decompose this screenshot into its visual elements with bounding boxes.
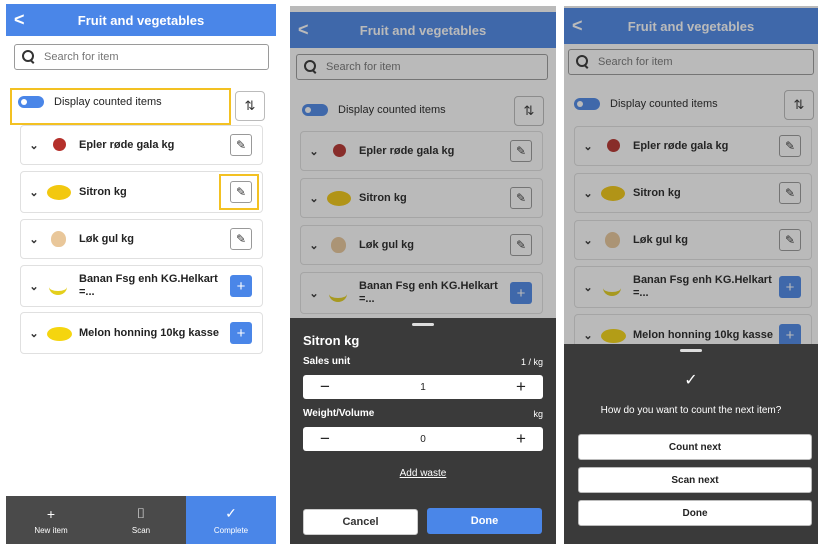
count-bottom-sheet: Sitron kg Sales unit 1 / kg − 1 + Weight… [290,318,556,544]
item-name: Banan Fsg enh KG.Helkart =... [79,273,218,298]
next-item-bottom-sheet: ✓ How do you want to count the next item… [564,344,818,544]
edit-highlight [219,174,259,210]
item-name: Sitron kg [79,185,127,198]
add-plus-icon[interactable]: + [230,322,252,344]
weight-stepper: − 0 + [303,427,543,451]
add-waste-link[interactable]: Add waste [290,468,556,479]
list-item[interactable]: ⌄ Banan Fsg enh KG.Helkart =... + [20,265,263,307]
sales-unit-label: Sales unit [303,356,351,367]
edit-pencil-icon[interactable]: ✎ [230,228,252,250]
sales-unit-stepper: − 1 + [303,375,543,399]
list-item[interactable]: ⌄ Løk gul kg ✎ [20,219,263,259]
done-button[interactable]: Done [427,508,542,534]
complete-button[interactable]: ✓ Complete [186,496,276,544]
search-input[interactable] [44,51,247,63]
lemon-icon [47,183,71,201]
new-item-button[interactable]: + New item [6,496,96,544]
sheet-handle[interactable] [412,323,434,326]
chevron-down-icon[interactable]: ⌄ [27,139,41,152]
back-chevron-icon[interactable]: < [14,10,25,31]
count-next-button[interactable]: Count next [578,434,812,460]
melon-icon [47,324,72,342]
chevron-down-icon[interactable]: ⌄ [27,186,41,199]
item-name: Melon honning 10kg kasse [79,326,219,339]
search-bar[interactable] [14,44,269,70]
apple-icon [47,136,71,154]
scan-button[interactable]: ⌷ Scan [96,496,186,544]
banana-icon [47,277,71,295]
sort-button[interactable]: ⇅ [235,91,265,121]
list-item[interactable]: ⌄ Melon honning 10kg kasse + [20,312,263,354]
onion-icon [47,230,71,248]
sheet-handle[interactable] [680,349,702,352]
screen-item-list: < Fruit and vegetables Display counted i… [6,4,276,544]
minus-icon[interactable]: − [303,429,347,449]
weight-label: Weight/Volume [303,408,375,419]
scan-next-button[interactable]: Scan next [578,467,812,493]
item-name: Epler røde gala kg [79,138,175,151]
checkmark-icon: ✓ [225,505,237,521]
sheet-title: Sitron kg [303,333,360,348]
weight-unit: kg [533,409,543,419]
search-icon [22,50,36,64]
bottom-nav: + New item ⌷ Scan ✓ Complete [6,496,276,544]
sales-unit-value: 1 / kg [520,357,543,367]
weight-qty[interactable]: 0 [347,434,499,445]
chevron-down-icon[interactable]: ⌄ [27,233,41,246]
minus-icon[interactable]: − [303,377,347,397]
sort-arrows-icon: ⇅ [244,98,256,113]
success-check-icon: ✓ [684,372,698,389]
item-name: Løk gul kg [79,232,134,245]
done-button[interactable]: Done [578,500,812,526]
screen-count-sheet: < Fruit and vegetables Display counted i… [290,6,556,544]
screen-next-item-sheet: < Fruit and vegetables Display counted i… [564,6,818,544]
next-item-question: How do you want to count the next item? [600,405,782,416]
cancel-button[interactable]: Cancel [303,509,418,535]
new-item-label: New item [34,525,68,535]
app-header: < Fruit and vegetables [6,4,276,36]
edit-pencil-icon[interactable]: ✎ [230,134,252,156]
add-plus-icon[interactable]: + [230,275,252,297]
plus-icon[interactable]: + [499,429,543,449]
complete-label: Complete [213,526,249,535]
plus-icon: + [46,505,56,522]
chevron-down-icon[interactable]: ⌄ [27,280,41,293]
page-title: Fruit and vegetables [77,12,205,28]
scan-label: Scan [131,526,151,535]
chevron-down-icon[interactable]: ⌄ [27,327,41,340]
sales-unit-qty[interactable]: 1 [347,382,499,393]
toggle-highlight [10,88,231,125]
plus-icon[interactable]: + [499,377,543,397]
list-item[interactable]: ⌄ Epler røde gala kg ✎ [20,125,263,165]
barcode-scan-icon: ⌷ [136,505,146,521]
